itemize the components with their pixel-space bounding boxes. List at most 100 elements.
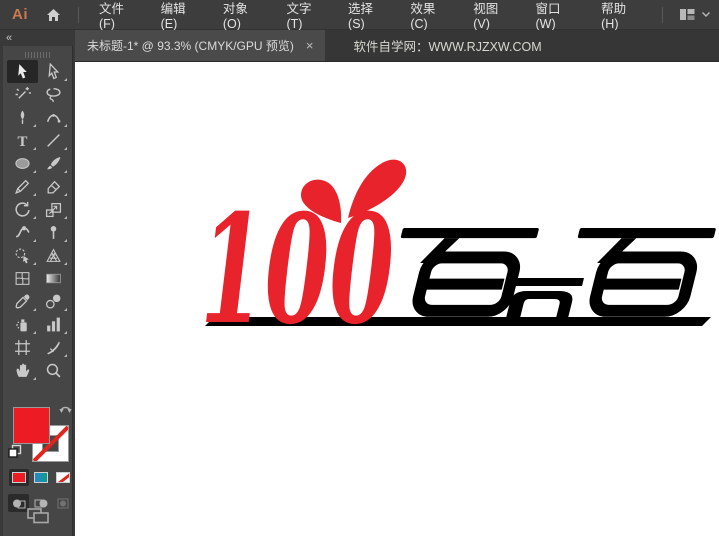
site-watermark-label: 软件自学网：WWW.RJZXW.COM xyxy=(353,40,542,54)
swap-fill-stroke-button[interactable] xyxy=(58,402,73,420)
document-tab-title: 未标题-1* @ 93.3% (CMYK/GPU 预览) xyxy=(87,39,294,53)
illustrator-logo: Ai xyxy=(12,6,28,23)
column-graph-icon xyxy=(46,317,60,332)
screen-mode-button[interactable] xyxy=(25,506,51,530)
none-mode-button[interactable] xyxy=(53,469,73,486)
hand-icon xyxy=(16,363,29,377)
tool-zoom[interactable] xyxy=(38,359,69,382)
svg-text:T: T xyxy=(17,134,27,149)
eyedropper-icon xyxy=(14,294,29,309)
tools-panel: T xyxy=(3,46,73,536)
curvature-icon xyxy=(46,113,60,123)
tool-direct-selection[interactable] xyxy=(38,60,69,83)
artboard-canvas[interactable]: 100百分百 100 xyxy=(75,62,719,536)
symbol-sprayer-icon xyxy=(15,319,27,332)
menu-item-c[interactable]: 效果(C) xyxy=(399,0,462,31)
tool-ellipse[interactable] xyxy=(7,152,38,175)
tool-symbol-sprayer[interactable] xyxy=(7,313,38,336)
tool-hand[interactable] xyxy=(7,359,38,382)
menu-items: 文件(F) 编辑(E) 对象(O) 文字(T) 选择(S) 效果(C) 视图(V) 窗口(W)… xyxy=(88,0,653,31)
tabbar: 未标题-1* @ 93.3% (CMYK/GPU 预览) × 软件自学网：WWW… xyxy=(75,30,719,62)
shape-builder-icon xyxy=(15,248,29,264)
tool-curvature[interactable] xyxy=(38,106,69,129)
tool-pencil[interactable] xyxy=(7,175,38,198)
pencil-icon xyxy=(14,179,29,194)
tool-artboard[interactable] xyxy=(7,336,38,359)
artboard-icon xyxy=(14,340,30,355)
gradient-swatch-icon xyxy=(34,472,48,483)
zoom-icon xyxy=(46,363,60,378)
rotate-icon xyxy=(14,201,30,217)
tools-panel-area: « T xyxy=(0,30,75,536)
draw-inside-button[interactable] xyxy=(52,494,73,512)
tool-lasso[interactable] xyxy=(38,83,69,106)
menu-item-f[interactable]: 文件(F) xyxy=(88,0,150,31)
magic-wand-icon xyxy=(15,87,31,99)
menubar-separator xyxy=(78,6,79,23)
logo-characters xyxy=(382,228,716,318)
tool-gradient[interactable] xyxy=(38,267,69,290)
default-fill-stroke-button[interactable] xyxy=(8,444,22,463)
tool-pen[interactable] xyxy=(7,106,38,129)
menu-item-o[interactable]: 对象(O) xyxy=(212,0,276,31)
type-icon: T xyxy=(17,134,27,149)
tab-close-button[interactable]: × xyxy=(306,39,314,52)
none-swatch-icon xyxy=(56,472,70,483)
chevron-down-icon xyxy=(702,12,711,17)
tool-shape-builder[interactable] xyxy=(7,244,38,267)
document-tab[interactable]: 未标题-1* @ 93.3% (CMYK/GPU 预览) × xyxy=(75,30,326,61)
default-colors-icon xyxy=(8,444,22,458)
color-type-buttons xyxy=(9,469,73,486)
logo-artwork: 100百分百 100 xyxy=(200,159,719,336)
pen-icon xyxy=(20,110,24,124)
swap-arrows-icon xyxy=(59,406,72,413)
menubar-separator xyxy=(662,6,664,23)
gradient-icon xyxy=(45,273,61,284)
tool-perspective-grid[interactable] xyxy=(38,244,69,267)
menu-item-w[interactable]: 窗口(W) xyxy=(525,0,591,31)
fill-color-swatch[interactable] xyxy=(13,407,50,444)
gradient-mode-button[interactable] xyxy=(31,469,51,486)
width-icon xyxy=(15,226,30,238)
workspace-icon xyxy=(680,9,695,20)
menu-item-t[interactable]: 文字(T) xyxy=(275,0,337,31)
tool-eraser[interactable] xyxy=(38,175,69,198)
perspective-grid-icon xyxy=(45,248,61,262)
lasso-icon xyxy=(45,87,61,103)
tool-scale[interactable] xyxy=(38,198,69,221)
tool-slice[interactable] xyxy=(38,336,69,359)
panel-grip-handle[interactable] xyxy=(24,52,51,58)
tool-eyedropper[interactable] xyxy=(7,290,38,313)
ellipse-icon xyxy=(14,158,30,169)
tool-grid: T xyxy=(3,60,72,382)
tool-puppet-warp[interactable] xyxy=(38,221,69,244)
collapse-panel-button[interactable]: « xyxy=(6,32,12,44)
tool-paintbrush[interactable] xyxy=(38,152,69,175)
tool-width[interactable] xyxy=(7,221,38,244)
tool-column-graph[interactable] xyxy=(38,313,69,336)
menu-item-e[interactable]: 编辑(E) xyxy=(150,0,212,31)
direct-selection-icon xyxy=(47,63,59,80)
eraser-icon xyxy=(47,180,60,194)
scale-icon xyxy=(45,203,61,218)
tool-rotate[interactable] xyxy=(7,198,38,221)
tool-selection[interactable] xyxy=(6,60,38,83)
home-icon xyxy=(47,8,60,21)
tool-line-segment[interactable] xyxy=(38,129,69,152)
tool-blend[interactable] xyxy=(38,290,69,313)
workspace-switcher[interactable] xyxy=(672,8,719,21)
menu-item-v[interactable]: 视图(V) xyxy=(462,0,524,31)
puppet-warp-icon xyxy=(50,226,56,239)
tool-type[interactable]: T xyxy=(7,129,38,152)
mesh-icon xyxy=(15,272,29,285)
tool-mesh[interactable] xyxy=(7,267,38,290)
selection-icon xyxy=(17,64,27,79)
tool-magic-wand[interactable] xyxy=(7,83,38,106)
home-button[interactable] xyxy=(38,8,69,22)
line-segment-icon xyxy=(46,134,60,147)
color-mode-button[interactable] xyxy=(9,469,29,486)
menu-item-h[interactable]: 帮助(H) xyxy=(590,0,653,31)
menu-item-s[interactable]: 选择(S) xyxy=(337,0,399,31)
fill-stroke-widget xyxy=(8,402,73,467)
color-swatch-icon xyxy=(12,472,26,483)
